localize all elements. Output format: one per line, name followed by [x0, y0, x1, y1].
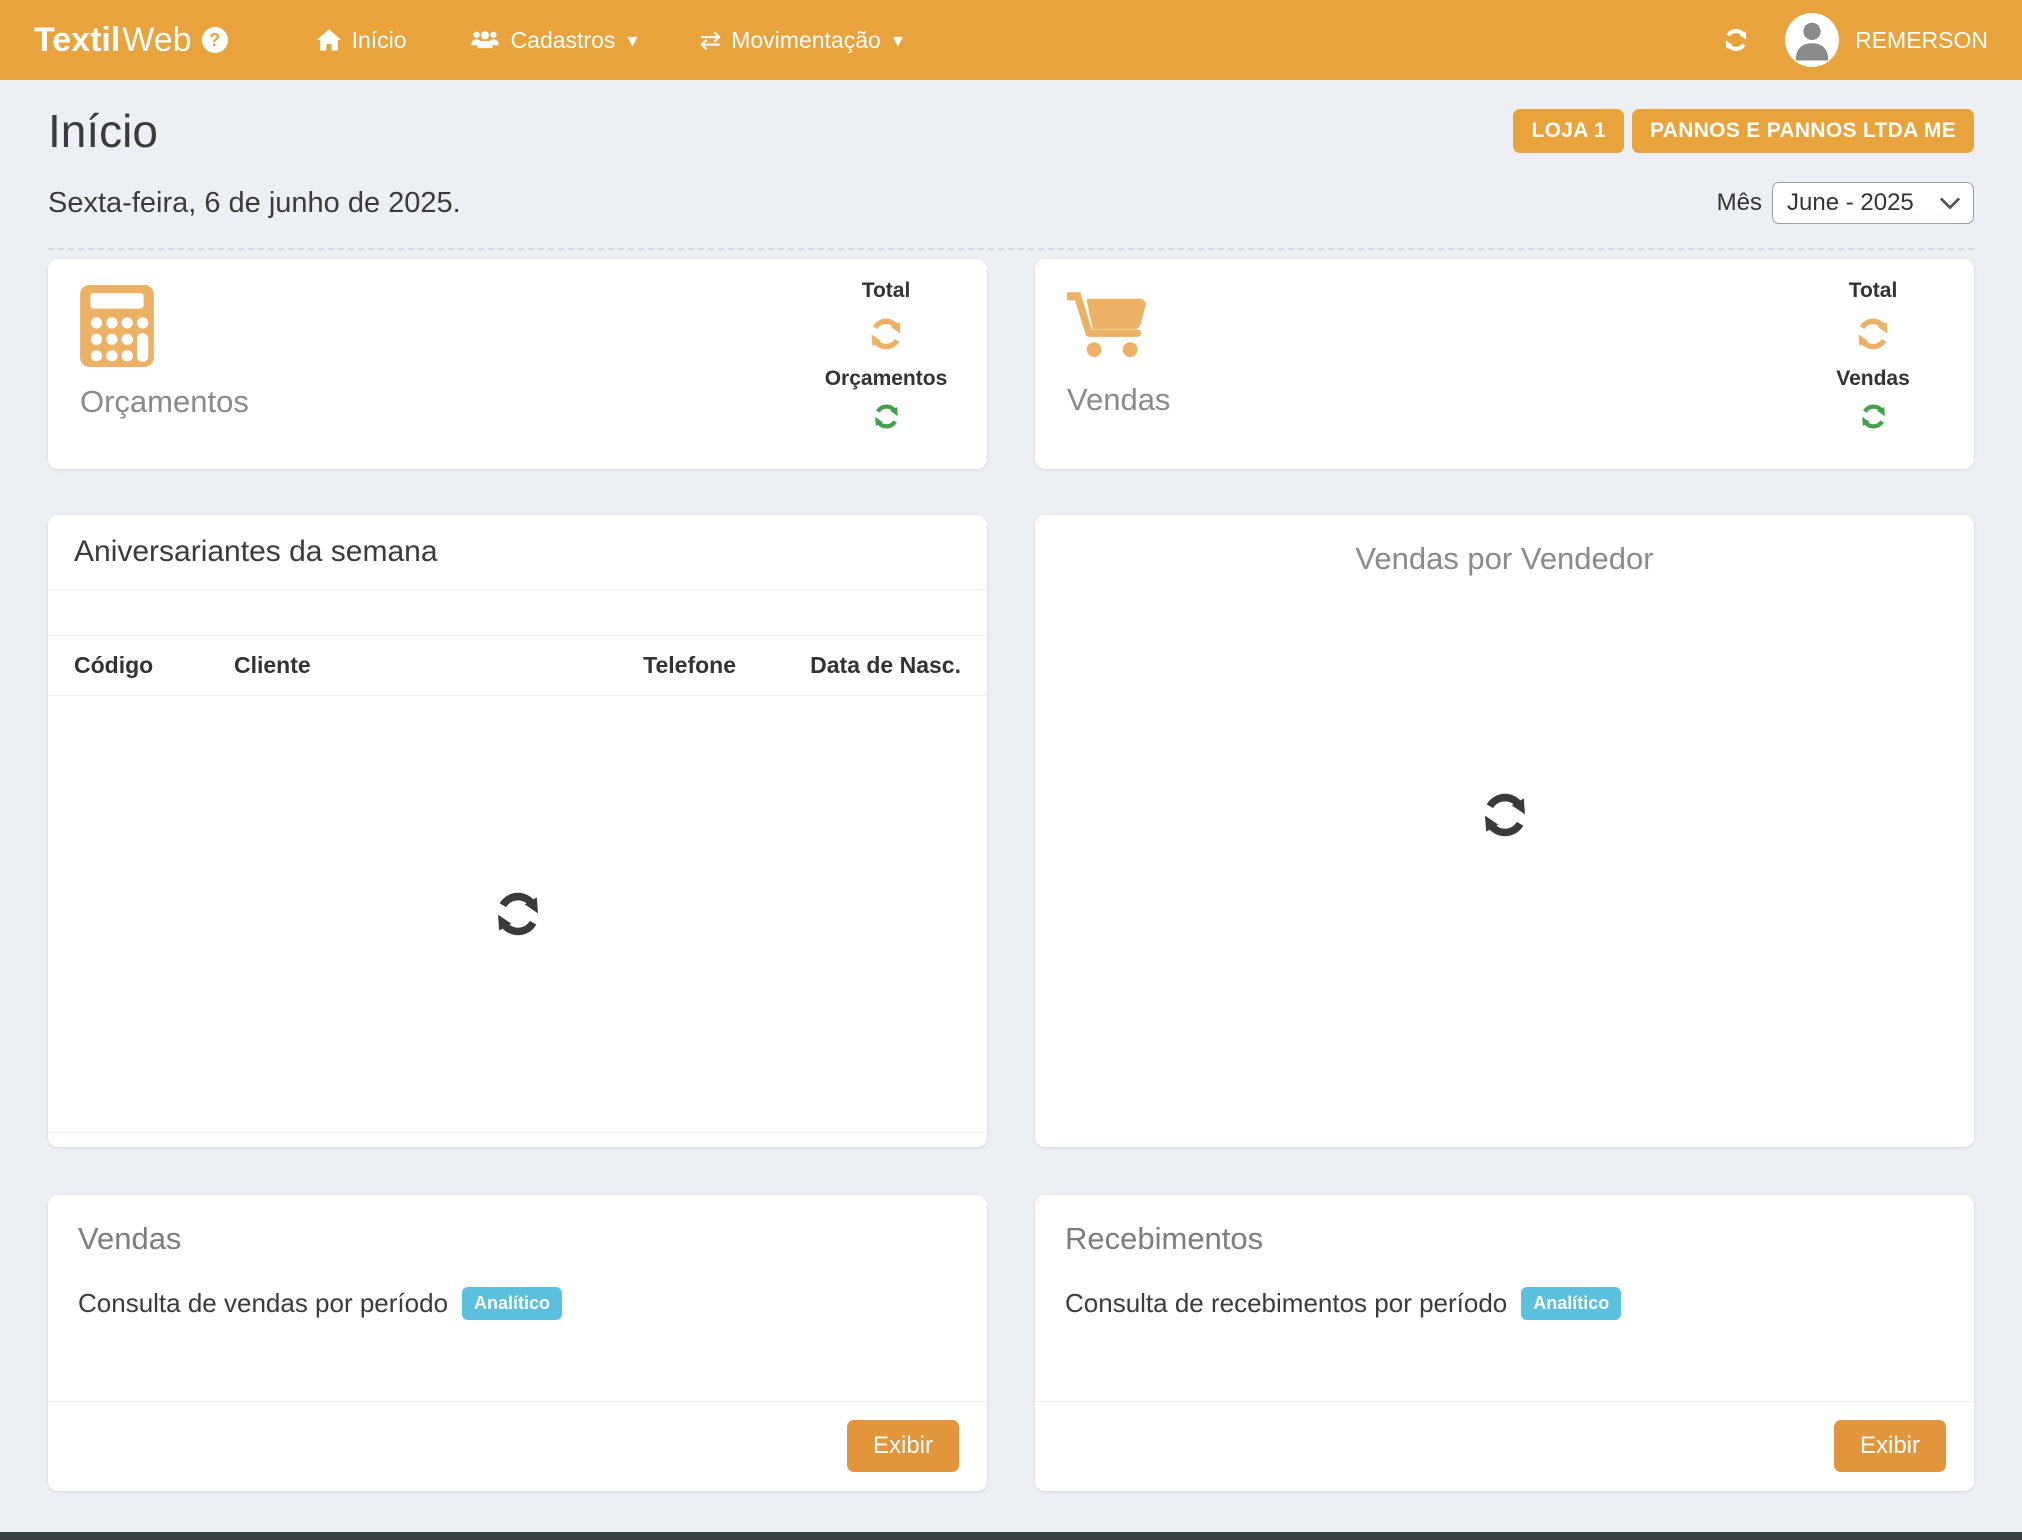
page-title: Início — [48, 104, 158, 158]
report-description: Consulta de recebimentos por período — [1065, 1288, 1507, 1319]
loading-spinner-icon — [865, 313, 907, 355]
help-icon[interactable]: ? — [202, 27, 228, 53]
exchange-icon: ⇄ — [699, 27, 721, 53]
loading-spinner-icon — [1857, 400, 1890, 433]
caret-down-icon: ▾ — [627, 28, 637, 53]
nav-label: Movimentação — [731, 27, 881, 54]
birthdays-toolbar — [48, 590, 987, 636]
sales-by-seller-body — [1035, 603, 1974, 1147]
nav-label: Cadastros — [511, 27, 616, 54]
sales-by-seller-card: Vendas por Vendedor — [1035, 515, 1974, 1147]
navbar-right: REMERSON — [1721, 13, 1988, 67]
store-badges: LOJA 1 PANNOS E PANNOS LTDA ME — [1513, 109, 1974, 153]
home-icon — [316, 28, 342, 52]
month-select[interactable]: June - 2025 — [1772, 182, 1974, 224]
exibir-button[interactable]: Exibir — [847, 1420, 959, 1472]
sales-by-seller-title: Vendas por Vendedor — [1035, 515, 1974, 603]
chevron-down-icon — [1939, 196, 1961, 210]
date-row: Sexta-feira, 6 de junho de 2025. Mês Jun… — [48, 182, 1974, 250]
refresh-icon[interactable] — [1721, 25, 1751, 55]
exibir-button[interactable]: Exibir — [1834, 1420, 1946, 1472]
nav-item-movimentacao[interactable]: ⇄ Movimentação ▾ — [675, 0, 926, 80]
cart-icon — [1067, 352, 1149, 369]
birthdays-table-header: Código Cliente Telefone Data de Nasc. — [48, 636, 987, 696]
analitico-badge: Analítico — [1521, 1287, 1621, 1320]
nav-label: Início — [352, 27, 407, 54]
stat-total-label: Total — [862, 279, 911, 303]
stat-sub-label: Orçamentos — [825, 367, 948, 391]
nav-item-inicio[interactable]: Início — [292, 0, 431, 80]
stat-sub-label: Vendas — [1836, 367, 1910, 391]
current-date: Sexta-feira, 6 de junho de 2025. — [48, 187, 461, 220]
navbar: TextilWeb ? Início Cadastros ▾ ⇄ Movimen… — [0, 0, 2022, 80]
month-select-value: June - 2025 — [1787, 189, 1914, 217]
user-menu[interactable]: REMERSON — [1785, 13, 1988, 67]
store-badge: LOJA 1 — [1513, 109, 1624, 153]
report-title: Recebimentos — [1065, 1221, 1944, 1257]
stat-card-orcamentos: Orçamentos Total Orçamentos — [48, 259, 987, 469]
loading-spinner-icon — [870, 400, 903, 433]
user-name: REMERSON — [1855, 27, 1988, 54]
app-logo[interactable]: TextilWeb ? — [34, 21, 228, 60]
loading-spinner-icon — [1852, 313, 1894, 355]
analitico-badge: Analítico — [462, 1287, 562, 1320]
loading-spinner-icon — [1476, 786, 1534, 844]
stat-card-vendas: Vendas Total Vendas — [1035, 259, 1974, 469]
birthdays-title: Aniversariantes da semana — [48, 515, 987, 590]
users-icon — [469, 28, 501, 52]
month-label: Mês — [1717, 189, 1762, 217]
calculator-icon — [80, 354, 154, 371]
brand-bold: Textil — [34, 21, 120, 59]
nav-item-cadastros[interactable]: Cadastros ▾ — [445, 0, 662, 80]
report-title: Vendas — [78, 1221, 957, 1257]
col-data-nasc: Data de Nasc. — [736, 652, 961, 679]
stat-total-label: Total — [1849, 279, 1898, 303]
birthdays-table-body — [48, 696, 987, 1133]
birthdays-card: Aniversariantes da semana Código Cliente… — [48, 515, 987, 1147]
loading-spinner-icon — [489, 885, 547, 943]
company-badge: PANNOS E PANNOS LTDA ME — [1632, 109, 1974, 153]
report-description: Consulta de vendas por período — [78, 1288, 448, 1319]
col-codigo: Código — [74, 652, 234, 679]
brand-light: Web — [122, 21, 191, 59]
avatar — [1785, 13, 1839, 67]
bottom-bar — [0, 1532, 2022, 1540]
col-telefone: Telefone — [486, 652, 736, 679]
caret-down-icon: ▾ — [893, 28, 903, 53]
report-card-vendas: Vendas Consulta de vendas por período An… — [48, 1195, 987, 1491]
report-card-recebimentos: Recebimentos Consulta de recebimentos po… — [1035, 1195, 1974, 1491]
col-cliente: Cliente — [234, 652, 486, 679]
main-nav: Início Cadastros ▾ ⇄ Movimentação ▾ — [292, 0, 927, 80]
